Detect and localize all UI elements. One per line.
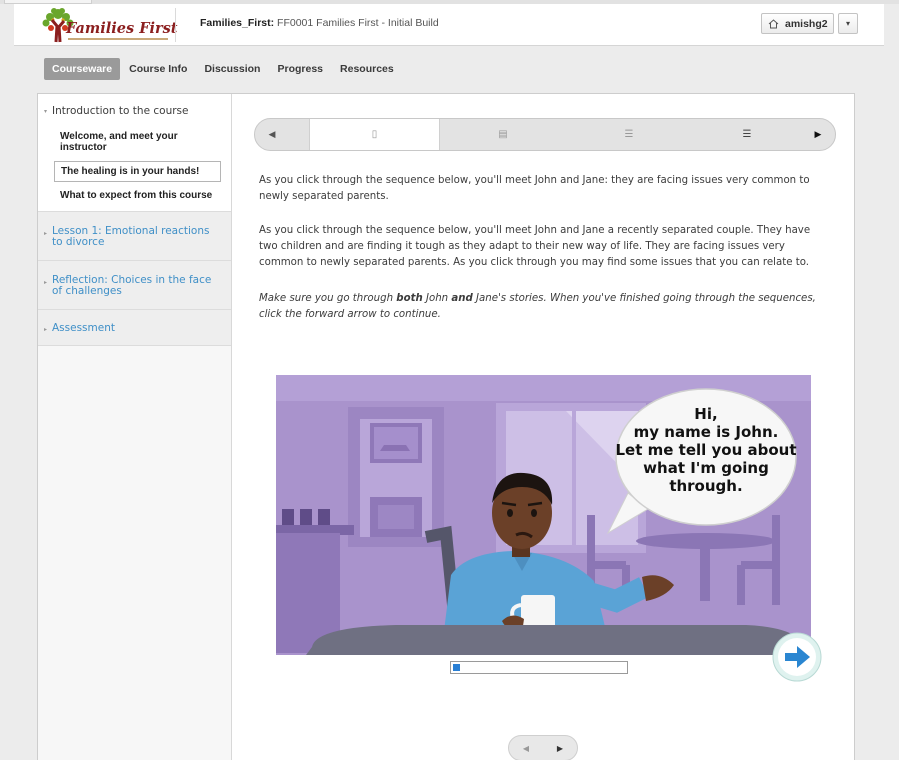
chapter-reflection[interactable]: ▸ Reflection: Choices in the face of cha…	[38, 261, 231, 310]
logo-text: Families First	[66, 20, 178, 37]
tab-course-info[interactable]: Course Info	[121, 58, 195, 80]
chevron-right-icon: ▸	[44, 230, 48, 237]
course-tabs: Courseware Course Info Discussion Progre…	[44, 58, 403, 80]
video-icon: ▤	[498, 129, 508, 140]
caret-down-icon: ▾	[845, 19, 850, 28]
section-what-to-expect[interactable]: What to expect from this course	[54, 186, 223, 205]
sequence-prev-button[interactable]: ◀	[255, 119, 289, 150]
section-healing[interactable]: The healing is in your hands!	[54, 161, 221, 182]
pager-prev-button[interactable]: ◀	[523, 744, 529, 753]
chapter-title[interactable]: Introduction to the course	[52, 106, 223, 117]
triangle-left-icon: ◀	[268, 129, 276, 140]
chevron-right-icon: ▸	[44, 279, 48, 286]
slide-next-button[interactable]	[771, 631, 823, 683]
tab-discussion[interactable]: Discussion	[196, 58, 268, 80]
sequence-item-3[interactable]: ☰	[566, 119, 692, 150]
tab-resources[interactable]: Resources	[332, 58, 402, 80]
sequence-next-button[interactable]: ▶	[801, 119, 835, 150]
speech-line-5: through.	[669, 477, 742, 495]
tab-courseware[interactable]: Courseware	[44, 58, 121, 80]
chevron-right-icon: ▸	[44, 326, 48, 333]
problem-list-icon: ☰	[742, 129, 752, 140]
chapter-title[interactable]: Lesson 1: Emotional reactions to divorce	[52, 226, 223, 248]
pager-next-button[interactable]: ▶	[557, 744, 563, 753]
site-header: Families First Families_First: FF0001 Fa…	[14, 4, 884, 46]
chevron-down-icon: ▾	[44, 108, 48, 115]
home-icon	[768, 18, 779, 28]
unit-content: ◀ ▯ ▤ ☰ ☰ ▶ As you click through the seq…	[232, 94, 856, 760]
sequence-item-4[interactable]: ☰	[692, 119, 802, 150]
speech-line-1: Hi,	[694, 405, 717, 423]
instruction-emphasis: both	[396, 293, 423, 304]
instruction-text: Make sure you go through	[259, 293, 397, 304]
speech-line-4: what I'm going	[643, 459, 769, 477]
chapter-introduction: ▾ Introduction to the course Welcome, an…	[38, 94, 231, 212]
course-outline-sidebar: ▾ Introduction to the course Welcome, an…	[38, 94, 232, 760]
instruction-paragraph: Make sure you go through both John and J…	[259, 291, 829, 323]
header-divider	[175, 8, 176, 42]
bottom-sequence-pager: ◀ ▶	[508, 735, 578, 760]
slide-progress-bar	[450, 661, 628, 674]
document-icon: ▯	[371, 129, 378, 140]
families-first-logo[interactable]: Families First	[38, 6, 178, 44]
slide-progress-fill	[453, 664, 460, 671]
tab-progress[interactable]: Progress	[269, 58, 331, 80]
john-scene-image: Hi, my name is John. Let me tell you abo…	[276, 375, 811, 655]
triangle-right-icon: ▶	[814, 129, 822, 140]
sequence-item-2[interactable]: ▤	[440, 119, 566, 150]
sequence-nav: ◀ ▯ ▤ ☰ ☰ ▶	[254, 118, 836, 151]
chapter-title[interactable]: Reflection: Choices in the face of chall…	[52, 275, 223, 297]
section-welcome[interactable]: Welcome, and meet your instructor	[54, 127, 223, 157]
courseware-panel: ▾ Introduction to the course Welcome, an…	[37, 93, 855, 760]
instruction-emphasis: and	[451, 293, 473, 304]
logo-tagline-bar	[68, 38, 168, 40]
course-title: Families_First: FF0001 Families First - …	[200, 17, 439, 29]
list-icon: ☰	[624, 129, 634, 140]
intro-paragraph-1: As you click through the sequence below,…	[259, 175, 810, 202]
chapter-assessment[interactable]: ▸ Assessment	[38, 310, 231, 346]
sequence-item-1[interactable]: ▯	[309, 119, 440, 150]
chapter-title[interactable]: Assessment	[52, 323, 223, 334]
chapter-lesson-1[interactable]: ▸ Lesson 1: Emotional reactions to divor…	[38, 212, 231, 261]
instruction-text: John	[422, 293, 452, 304]
speech-line-3: Let me tell you about	[616, 441, 797, 459]
story-illustration[interactable]: Hi, my name is John. Let me tell you abo…	[276, 375, 811, 655]
user-menu-button[interactable]: amishg2	[761, 13, 834, 34]
course-org: Families_First:	[200, 17, 275, 29]
user-dropdown-toggle[interactable]: ▾	[838, 13, 858, 34]
intro-paragraph-2: As you click through the sequence below,…	[259, 225, 811, 268]
username: amishg2	[785, 17, 828, 30]
course-name: FF0001 Families First - Initial Build	[277, 17, 439, 29]
speech-line-2: my name is John.	[634, 423, 779, 441]
